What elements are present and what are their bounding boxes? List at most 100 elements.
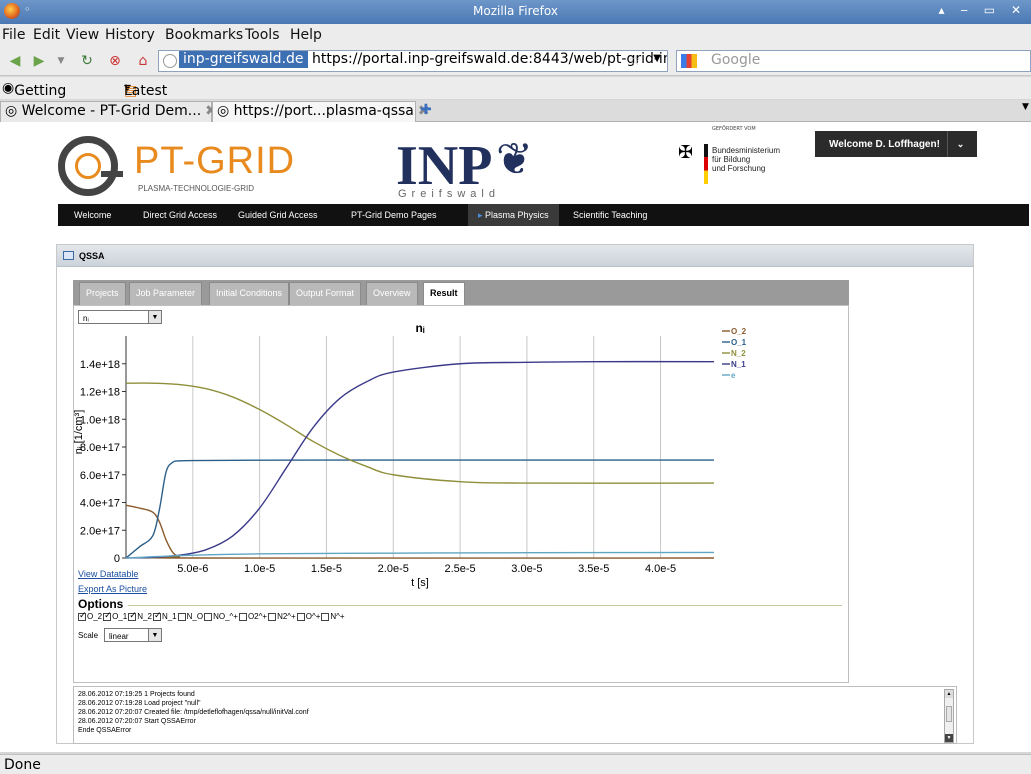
menu-edit[interactable]: Edit xyxy=(33,27,60,43)
x-tick-label: 1.0e-5 xyxy=(244,563,275,575)
nav-pt-grid-demo-pages[interactable]: PT-Grid Demo Pages xyxy=(341,204,447,226)
species-checkbox[interactable] xyxy=(204,612,213,621)
bmbf-line: für Bildung xyxy=(712,155,751,164)
menu-view[interactable]: View xyxy=(66,27,99,43)
species-option[interactable]: N_O xyxy=(177,612,204,621)
species-label: N_2 xyxy=(137,612,152,621)
site-identity-icon[interactable] xyxy=(163,54,177,68)
tab-initial-conditions[interactable]: Initial Conditions xyxy=(209,282,290,305)
species-checkbox[interactable] xyxy=(78,610,87,621)
species-label: N_O xyxy=(186,612,204,621)
qssa-portlet: QSSA Projects Job Parameter Initial Cond… xyxy=(56,244,974,744)
species-checkbox[interactable] xyxy=(268,612,277,621)
reload-icon[interactable]: ↻ xyxy=(78,52,96,70)
nav-direct-grid-access[interactable]: Direct Grid Access xyxy=(133,204,227,226)
export-picture-link[interactable]: Export As Picture xyxy=(78,584,147,594)
main-navigation: Welcome Direct Grid Access Guided Grid A… xyxy=(58,204,1029,226)
bmbf-logo-text: Bundesministerium für Bildung und Forsch… xyxy=(712,146,780,173)
species-checkbox[interactable] xyxy=(128,610,137,621)
x-tick-label: 5.0e-6 xyxy=(177,563,208,575)
welcome-text: Welcome D. Loffhagen! xyxy=(829,139,940,150)
species-checkbox[interactable] xyxy=(152,610,161,621)
history-dropdown-icon[interactable]: ▼ xyxy=(52,52,70,70)
bookmark-getting-started[interactable]: ◉ Getting Started xyxy=(2,80,66,115)
x-tick-label: 2.5e-5 xyxy=(444,563,475,575)
legend-label: e xyxy=(731,371,736,380)
browser-tab-active[interactable]: ◎ https://port...plasma-qssa ✖ xyxy=(212,101,430,122)
new-tab-icon[interactable]: ✚ xyxy=(420,102,432,118)
species-option[interactable]: O_1 xyxy=(103,610,127,621)
log-lines: 28.06.2012 07:19:25 1 Projects found 28.0… xyxy=(78,690,309,735)
forward-icon[interactable]: ▶ xyxy=(30,52,48,70)
tab-list-icon[interactable]: ▼ xyxy=(1022,102,1029,112)
bookmarks-toolbar: ◉ Getting Started ▤Latest Headlines▾ xyxy=(0,77,1031,115)
species-option[interactable]: O_2 xyxy=(78,610,102,621)
bookmark-latest-headlines[interactable]: ▤Latest Headlines▾ xyxy=(124,80,193,115)
portlet-tabs: Projects Job Parameter Initial Condition… xyxy=(73,280,849,305)
species-option[interactable]: N^+ xyxy=(321,612,345,621)
url-field[interactable]: inp-greifswald.de https://portal.inp-gre… xyxy=(158,50,668,72)
back-icon[interactable]: ◀ xyxy=(6,52,24,70)
menu-history[interactable]: History xyxy=(105,27,155,43)
x-tick-label: 1.5e-5 xyxy=(311,563,342,575)
species-checkbox[interactable] xyxy=(321,612,330,621)
view-datatable-link[interactable]: View Datatable xyxy=(78,569,138,579)
x-tick-label: 3.5e-5 xyxy=(578,563,609,575)
species-option[interactable]: N_2 xyxy=(128,610,152,621)
log-line: Ende QSSAError xyxy=(78,727,132,734)
species-checkbox[interactable] xyxy=(296,612,305,621)
species-label: N_1 xyxy=(161,612,177,621)
species-label: NO_^+ xyxy=(213,612,238,621)
portlet-title: QSSA xyxy=(79,251,105,261)
species-option[interactable]: O2^+ xyxy=(238,612,267,621)
species-checkbox[interactable] xyxy=(238,612,247,621)
window-controls[interactable]: ▴ ‒ ▭ ✕ xyxy=(939,3,1028,17)
species-option[interactable]: N_1 xyxy=(152,610,177,621)
scale-select[interactable]: linear ▼ xyxy=(104,628,162,642)
search-engine-icon[interactable] xyxy=(681,54,697,68)
chevron-down-icon[interactable]: ▼ xyxy=(148,629,161,641)
browser-tab[interactable]: ◎ Welcome - PT-Grid Dem...✖ xyxy=(0,101,217,122)
species-option[interactable]: N2^+ xyxy=(268,612,296,621)
y-tick-label: 8.0e+17 xyxy=(80,442,120,454)
menu-bookmarks[interactable]: Bookmarks xyxy=(165,27,243,43)
funding-label: GEFÖRDERT VOM xyxy=(712,126,756,132)
nav-plasma-physics[interactable]: ▸ Plasma Physics xyxy=(468,204,559,226)
search-field[interactable]: Google xyxy=(676,50,1031,72)
log-output[interactable]: 28.06.2012 07:19:25 1 Projects found 28.0… xyxy=(73,686,957,744)
nav-scientific-teaching[interactable]: Scientific Teaching xyxy=(563,204,657,226)
log-scrollbar[interactable]: ▲ ▼ xyxy=(944,689,954,743)
species-checkbox[interactable] xyxy=(103,610,112,621)
legend-label: N_1 xyxy=(731,360,746,369)
bookmark-star-icon[interactable]: ☆ xyxy=(628,53,641,69)
species-label: N^+ xyxy=(330,612,345,621)
species-option[interactable]: NO_^+ xyxy=(204,612,238,621)
species-checkbox[interactable] xyxy=(177,612,186,621)
home-icon[interactable]: ⌂ xyxy=(134,52,152,70)
scroll-thumb[interactable] xyxy=(946,706,952,722)
x-tick-label: 4.0e-5 xyxy=(645,563,676,575)
chart-xlabel: t [s] xyxy=(411,577,429,589)
tab-output-format[interactable]: Output Format xyxy=(289,282,362,305)
stop-icon[interactable]: ⊗ xyxy=(106,52,124,70)
scroll-down-icon[interactable]: ▼ xyxy=(945,734,953,742)
scroll-up-icon[interactable]: ▲ xyxy=(945,690,953,698)
legend-label: N_2 xyxy=(731,349,746,358)
user-menu[interactable]: Welcome D. Loffhagen! ⌄ xyxy=(815,131,977,157)
y-tick-label: 1.2e+18 xyxy=(80,387,120,399)
menu-tools[interactable]: Tools xyxy=(245,27,280,43)
x-tick-label: 3.0e-5 xyxy=(511,563,542,575)
tab-overview[interactable]: Overview xyxy=(366,282,418,305)
menu-help[interactable]: Help xyxy=(290,27,322,43)
chevron-down-icon[interactable]: ⌄ xyxy=(947,131,973,157)
url-dropdown-icon[interactable]: ▼ xyxy=(653,53,661,64)
menu-file[interactable]: File xyxy=(2,27,25,43)
nav-welcome[interactable]: Welcome xyxy=(64,204,121,226)
tab-projects[interactable]: Projects xyxy=(79,282,126,305)
species-option[interactable]: O^+ xyxy=(296,612,320,621)
nav-guided-grid-access[interactable]: Guided Grid Access xyxy=(228,204,328,226)
series-line-O_2 xyxy=(125,504,715,559)
tab-result[interactable]: Result xyxy=(423,282,465,305)
tab-job-parameter[interactable]: Job Parameter xyxy=(129,282,203,305)
y-tick-label: 0 xyxy=(114,553,120,565)
